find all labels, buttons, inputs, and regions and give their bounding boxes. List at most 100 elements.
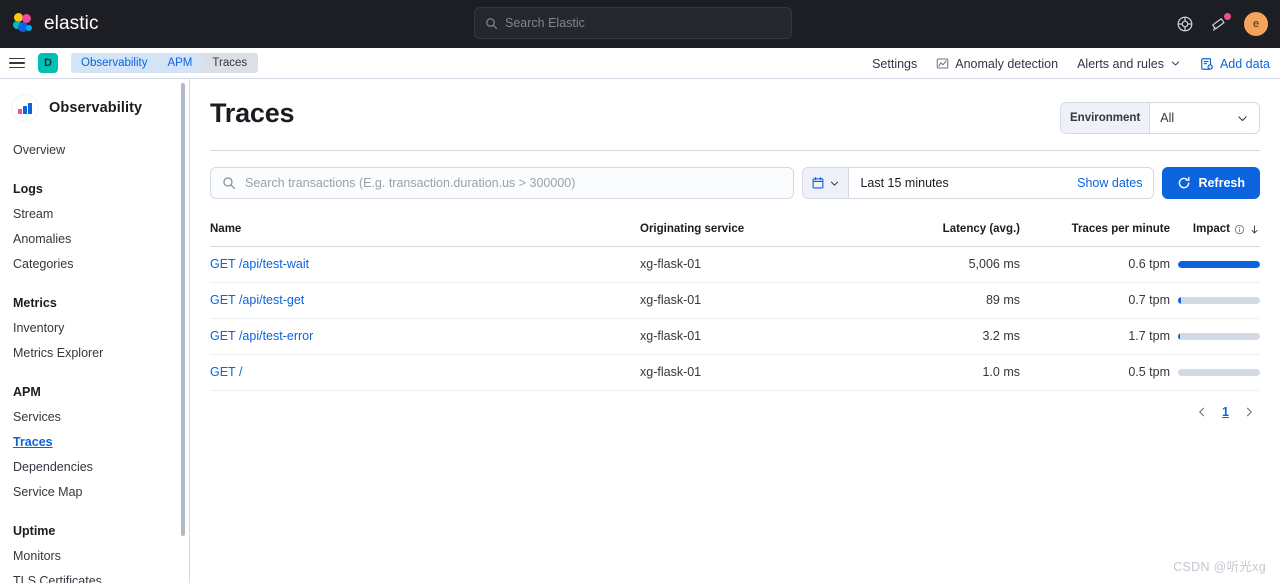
originating-service-cell: xg-flask-01 — [640, 318, 860, 355]
impact-bar — [1178, 261, 1260, 269]
global-header: elastic Search Elastic e — [0, 0, 1280, 48]
impact-cell — [1170, 282, 1260, 319]
column-header-latency[interactable]: Latency (avg.) — [860, 223, 1020, 247]
impact-bar-fill — [1178, 297, 1181, 305]
impact-cell — [1170, 318, 1260, 355]
sidebar-group-root: Overview — [0, 138, 189, 163]
breadcrumb-label: Observability — [81, 57, 148, 69]
space-avatar[interactable]: D — [38, 53, 58, 73]
sidebar-item-anomalies[interactable]: Anomalies — [0, 227, 189, 252]
latency-cell: 89 ms — [860, 282, 1020, 319]
add-data-button[interactable]: Add data — [1200, 57, 1270, 71]
calendar-quick-select-button[interactable] — [803, 168, 850, 198]
chevron-right-icon[interactable] — [1243, 406, 1255, 418]
global-search-placeholder: Search Elastic — [505, 16, 585, 30]
sidebar-item-service-map[interactable]: Service Map — [0, 480, 189, 505]
table-row[interactable]: GET / xg-flask-01 1.0 ms 0.5 tpm — [210, 354, 1260, 391]
sidebar-group-apm: APM Services Traces Dependencies Service… — [0, 380, 189, 505]
sidebar-item-overview[interactable]: Overview — [0, 138, 189, 163]
impact-cell — [1170, 246, 1260, 283]
trace-name-link[interactable]: GET /api/test-wait — [210, 257, 309, 271]
impact-bar — [1178, 333, 1260, 341]
refresh-button[interactable]: Refresh — [1162, 167, 1260, 199]
user-avatar[interactable]: e — [1244, 12, 1268, 36]
app-body: Observability Overview Logs Stream Anoma… — [0, 79, 1280, 583]
refresh-label: Refresh — [1198, 176, 1245, 190]
hamburger-menu-icon[interactable] — [9, 55, 25, 72]
sidebar-item-services[interactable]: Services — [0, 405, 189, 430]
sidebar-item-inventory[interactable]: Inventory — [0, 316, 189, 341]
chevron-down-icon — [829, 178, 840, 189]
originating-service-cell: xg-flask-01 — [640, 282, 860, 319]
column-header-impact[interactable]: Impact — [1170, 223, 1260, 247]
traces-table-header: Name Originating service Latency (avg.) … — [210, 223, 1260, 247]
main-content: Traces Environment All Search transactio… — [190, 79, 1280, 583]
sidebar-group-metrics: Metrics Inventory Metrics Explorer — [0, 291, 189, 366]
trace-name-link[interactable]: GET /api/test-get — [210, 293, 304, 307]
column-header-originating-service[interactable]: Originating service — [640, 223, 860, 247]
breadcrumb-item-apm[interactable]: APM — [154, 53, 206, 73]
table-row[interactable]: GET /api/test-get xg-flask-01 89 ms 0.7 … — [210, 282, 1260, 319]
global-header-actions: e — [1176, 0, 1268, 48]
notification-badge — [1224, 13, 1231, 20]
latency-cell: 5,006 ms — [860, 246, 1020, 283]
sidebar-item-metrics-explorer[interactable]: Metrics Explorer — [0, 341, 189, 366]
impact-bar — [1178, 369, 1260, 377]
ml-anomaly-icon — [936, 57, 949, 70]
environment-value: All — [1160, 111, 1175, 125]
elastic-brand[interactable]: elastic — [0, 13, 99, 35]
elastic-logo-icon — [13, 13, 35, 35]
sidebar-group-uptime: Uptime Monitors TLS Certificates — [0, 519, 189, 583]
refresh-icon — [1177, 176, 1191, 190]
environment-filter: Environment All — [1060, 102, 1260, 134]
anomaly-detection-label: Anomaly detection — [955, 56, 1059, 71]
header-divider — [210, 150, 1260, 151]
sidebar-scrollbar[interactable] — [181, 83, 185, 536]
sidebar-item-traces[interactable]: Traces — [0, 430, 189, 455]
latency-cell: 3.2 ms — [860, 318, 1020, 355]
global-search-input[interactable]: Search Elastic — [474, 7, 792, 39]
search-icon — [485, 17, 498, 30]
sidebar-item-categories[interactable]: Categories — [0, 252, 189, 277]
pagination: 1 — [210, 405, 1260, 419]
impact-cell — [1170, 354, 1260, 391]
sidebar-item-dependencies[interactable]: Dependencies — [0, 455, 189, 480]
sidebar-item-stream[interactable]: Stream — [0, 202, 189, 227]
help-circle-icon[interactable] — [1176, 15, 1194, 33]
column-header-name[interactable]: Name — [210, 223, 640, 247]
breadcrumb-actions: Settings Anomaly detection Alerts and ru… — [872, 48, 1270, 79]
trace-name-link[interactable]: GET / — [210, 365, 242, 379]
show-dates-button[interactable]: Show dates — [1077, 168, 1153, 198]
sidebar-group-logs: Logs Stream Anomalies Categories — [0, 177, 189, 277]
sidebar-app-header: Observability — [0, 88, 189, 121]
column-header-traces-per-minute[interactable]: Traces per minute — [1020, 223, 1170, 247]
alerts-and-rules-menu[interactable]: Alerts and rules — [1077, 57, 1181, 71]
date-range-value[interactable]: Last 15 minutes — [849, 168, 1077, 198]
add-data-icon — [1200, 57, 1214, 71]
table-row[interactable]: GET /api/test-wait xg-flask-01 5,006 ms … — [210, 246, 1260, 283]
traces-table-body: GET /api/test-wait xg-flask-01 5,006 ms … — [210, 246, 1260, 391]
pagination-page-1[interactable]: 1 — [1222, 405, 1229, 419]
transaction-search-input[interactable]: Search transactions (E.g. transaction.du… — [210, 167, 795, 199]
table-row[interactable]: GET /api/test-error xg-flask-01 3.2 ms 1… — [210, 318, 1260, 355]
sidebar-item-tls-certificates[interactable]: TLS Certificates — [0, 569, 189, 583]
sidebar-nav: Observability Overview Logs Stream Anoma… — [0, 79, 190, 583]
megaphone-icon[interactable] — [1210, 13, 1231, 33]
settings-link[interactable]: Settings — [872, 57, 917, 71]
originating-service-cell: xg-flask-01 — [640, 246, 860, 283]
environment-select[interactable]: All — [1150, 103, 1259, 133]
add-data-label: Add data — [1219, 56, 1270, 71]
chevron-down-icon — [1236, 112, 1249, 125]
sidebar-item-monitors[interactable]: Monitors — [0, 544, 189, 569]
sidebar-heading-apm: APM — [13, 385, 41, 399]
observability-bars-icon — [12, 95, 38, 121]
breadcrumb-item-observability[interactable]: Observability — [71, 53, 161, 73]
anomaly-detection-link[interactable]: Anomaly detection — [936, 57, 1058, 71]
breadcrumb-item-traces: Traces — [199, 53, 259, 73]
trace-name-link[interactable]: GET /api/test-error — [210, 329, 313, 343]
info-icon[interactable] — [1234, 224, 1245, 235]
watermark: CSDN @听光xg — [1173, 560, 1266, 574]
traces-per-minute-cell: 0.7 tpm — [1020, 282, 1170, 319]
sort-descending-icon — [1249, 224, 1260, 235]
chevron-left-icon[interactable] — [1196, 406, 1208, 418]
